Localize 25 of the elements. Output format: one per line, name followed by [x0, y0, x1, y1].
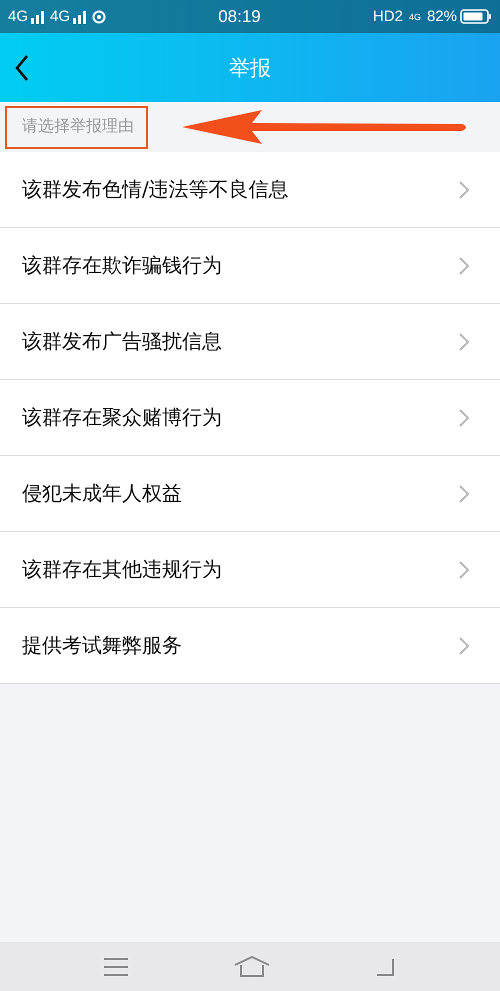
chevron-icon [458, 256, 470, 276]
clock: 08:19 [218, 6, 261, 26]
chevron-icon [458, 332, 470, 352]
chevron-icon [458, 484, 470, 504]
network-label: 4G [50, 8, 70, 25]
home-icon[interactable] [234, 956, 270, 978]
battery-icon [460, 9, 492, 24]
chevron-icon [458, 560, 470, 580]
reason-item[interactable]: 该群发布广告骚扰信息 [0, 304, 500, 380]
hd-label: HD2 [372, 8, 403, 25]
reason-item[interactable]: 该群存在欺诈骗钱行为 [0, 228, 500, 304]
network-label: 4G [408, 12, 421, 22]
chevron-icon [458, 180, 470, 200]
reason-item[interactable]: 该群发布色情/违法等不良信息 [0, 152, 500, 228]
network-label: 4G [8, 8, 28, 25]
menu-icon[interactable] [102, 956, 129, 976]
reason-item[interactable]: 该群存在聚众赌博行为 [0, 380, 500, 456]
reason-item[interactable]: 侵犯未成年人权益 [0, 456, 500, 532]
reason-item[interactable]: 该群存在其他违规行为 [0, 532, 500, 608]
page-title: 举报 [229, 54, 271, 82]
chevron-icon [458, 408, 470, 428]
battery-percent: 82% [426, 8, 457, 25]
reason-item[interactable]: 提供考试舞弊服务 [0, 608, 500, 683]
section-label: 请选择举报理由 [5, 106, 148, 148]
chevron-icon [458, 636, 470, 656]
